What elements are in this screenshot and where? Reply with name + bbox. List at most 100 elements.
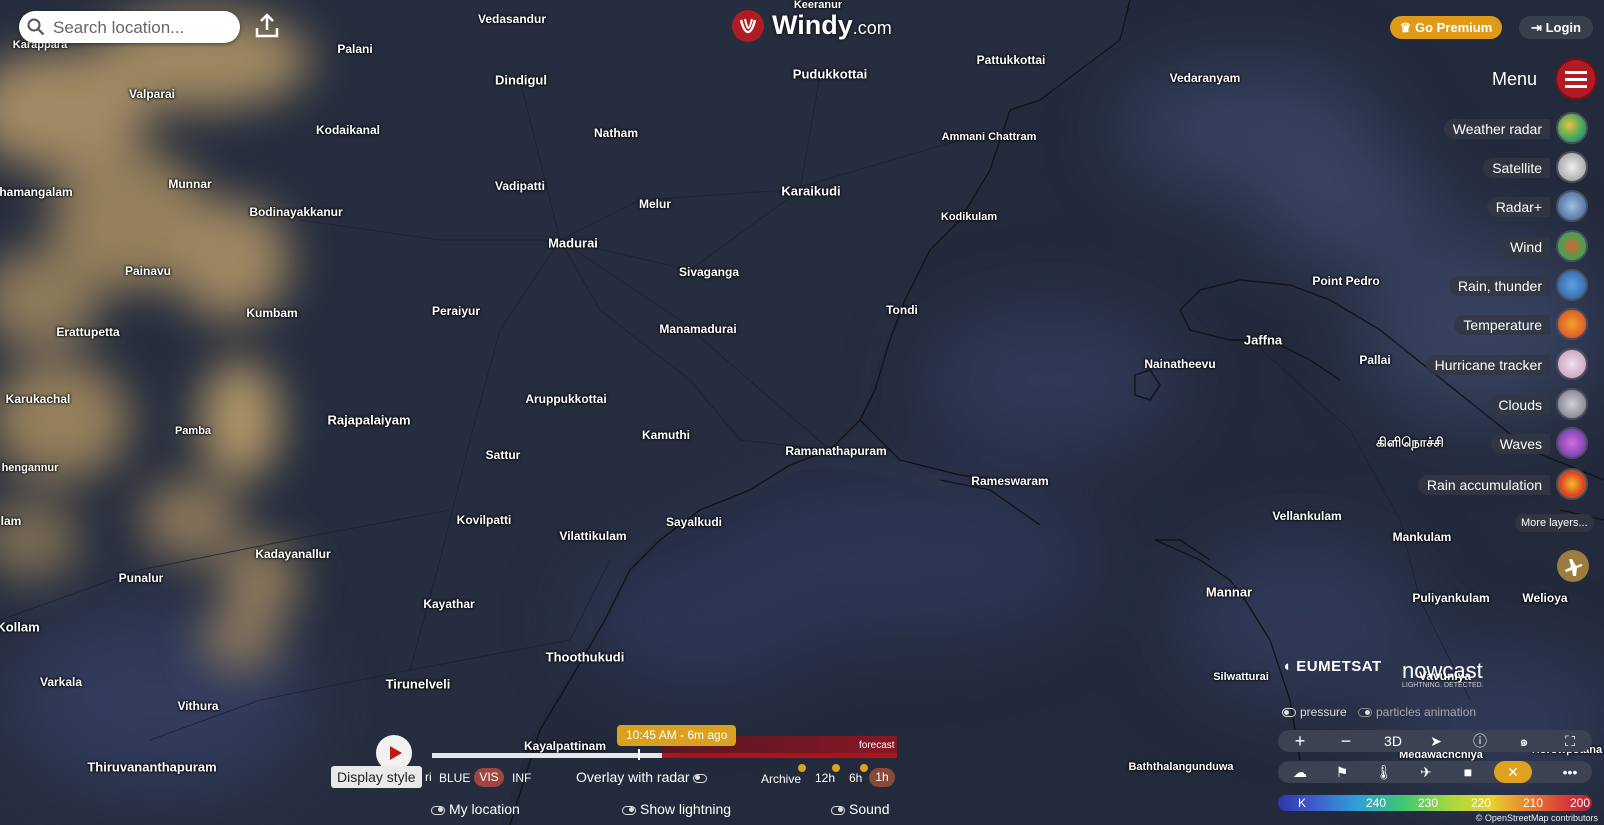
logo-suffix: .com [852,18,892,38]
eumetsat-text: EUMETSAT [1296,658,1382,675]
band-blue-button[interactable]: BLUE [439,771,470,785]
legend-tick: 240 [1366,796,1387,810]
satellite-icon [1556,151,1588,183]
place-label: Painavu [124,264,172,278]
locate-icon[interactable]: ➤ [1426,730,1446,752]
place-label: Vadipatti [494,179,546,193]
toggle-icon [431,805,445,815]
overlay-radar-toggle[interactable]: Overlay with radar [576,769,711,785]
band-prefix: ri [425,770,432,784]
place-label: Bodinayakkanur [249,205,343,219]
attribution[interactable]: © OpenStreetMap contributors [1476,813,1598,823]
more-layers-button[interactable]: More layers... [1515,514,1594,532]
legend-unit: K [1298,796,1307,810]
place-label: Ramanathapuram [785,444,887,458]
search-box[interactable] [19,11,240,43]
place-label: Sayalkudi [665,515,723,529]
airplane-icon[interactable] [1557,550,1589,582]
place-label: Mannar [1205,584,1253,600]
windy-logo-icon [732,10,764,42]
place-label: Vedasandur [477,12,547,26]
upload-icon[interactable] [252,11,282,41]
place-label: Kollam [0,619,40,635]
nowcast-text: nowcast [1402,658,1483,683]
color-legend: K 240 230 220 210 200 [1278,795,1592,811]
zoom-out-button[interactable]: − [1336,730,1356,752]
layer-label: Weather radar [1443,119,1550,139]
thermometer-icon[interactable]: 🌡 [1374,761,1394,783]
place-label: Erattupetta [56,325,120,339]
particles-label: particles animation [1376,705,1477,719]
band-inf-button[interactable]: INF [512,771,531,785]
place-label: lam [0,514,22,528]
place-label: கிளிநொச்சி [1376,434,1444,450]
place-label: Pudukkottai [792,66,868,82]
place-label: Varkala [39,675,83,689]
menu-button[interactable]: Menu [1480,60,1595,98]
particles-toggle[interactable]: particles animation [1358,705,1476,719]
place-label: hengannur [1,462,59,474]
waves-icon [1556,427,1588,459]
flag-icon[interactable]: ⚑ [1332,761,1352,783]
zoom-in-button[interactable]: + [1290,730,1310,752]
map-canvas[interactable] [0,0,1604,825]
close-icon[interactable]: ✕ [1494,761,1532,783]
toggle-icon [1358,708,1372,718]
3d-button[interactable]: 3D [1378,730,1408,752]
search-input[interactable] [51,15,235,41]
step-6h-button[interactable]: 6h [849,771,862,785]
webcam-icon[interactable]: ■ [1458,761,1478,783]
archive-button[interactable]: Archive [761,772,801,786]
toggle-icon [622,805,636,815]
legend-tick: 230 [1418,796,1439,810]
eumetsat-icon: ◖ [1282,658,1292,675]
search-icon [27,18,45,41]
hurricane-icon[interactable]: ๑ [1514,730,1534,752]
overlay-radar-label: Overlay with radar [576,769,690,785]
pressure-label: pressure [1300,705,1347,719]
place-label: Madurai [548,235,598,251]
timeline-bar[interactable] [432,736,897,758]
go-premium-button[interactable]: ♛ Go Premium [1390,16,1502,39]
weather-radar-icon [1556,112,1588,144]
hamburger-icon [1557,60,1595,98]
place-label: Pallai [1359,353,1391,367]
place-label: Vilattikulam [559,529,627,543]
place-label: Thiruvananthapuram [87,759,217,775]
map-tools-bar: ☁ ⚑ 🌡 ✈ ■ ✕ ••• [1278,761,1592,783]
legend-tick: 210 [1523,796,1544,810]
more-icon[interactable]: ••• [1558,761,1582,783]
premium-crown-icon [860,764,868,772]
place-label: Vellankulam [1272,509,1342,523]
info-icon[interactable]: ⓘ [1470,730,1490,752]
layer-label: Wind [1501,237,1550,257]
menu-label: Menu [1492,69,1538,89]
step-12h-button[interactable]: 12h [815,771,835,785]
legend-tick: 200 [1570,796,1591,810]
my-location-toggle[interactable]: My location [431,801,520,817]
radar-plus-icon [1556,190,1588,222]
toggle-icon [831,805,845,815]
show-lightning-label: Show lightning [640,801,732,817]
pressure-toggle[interactable]: pressure [1282,705,1347,719]
place-label: Pattukkottai [976,53,1046,67]
weather-icon[interactable]: ☁ [1290,761,1310,783]
place-label: Peraiyur [431,304,481,318]
place-label: Welioya [1522,591,1568,605]
login-button[interactable]: ⇥ Login [1519,16,1593,39]
login-label: Login [1545,20,1581,35]
sound-toggle[interactable]: Sound [831,801,889,817]
toggle-icon [1282,708,1296,718]
place-label: Sattur [485,448,521,462]
place-label: Vithura [177,699,219,713]
fullscreen-icon[interactable]: ⛶ [1560,730,1580,752]
airport-icon[interactable]: ✈ [1416,761,1436,783]
show-lightning-toggle[interactable]: Show lightning [622,801,731,817]
layer-label: Satellite [1483,158,1550,178]
place-label: Kadayanallur [255,547,331,561]
band-vis-button[interactable]: VIS [474,768,504,787]
hurricane-icon [1556,348,1588,380]
timeline-handle[interactable] [638,749,640,760]
place-label: Karaikudi [781,183,841,199]
step-1h-button[interactable]: 1h [869,768,895,787]
